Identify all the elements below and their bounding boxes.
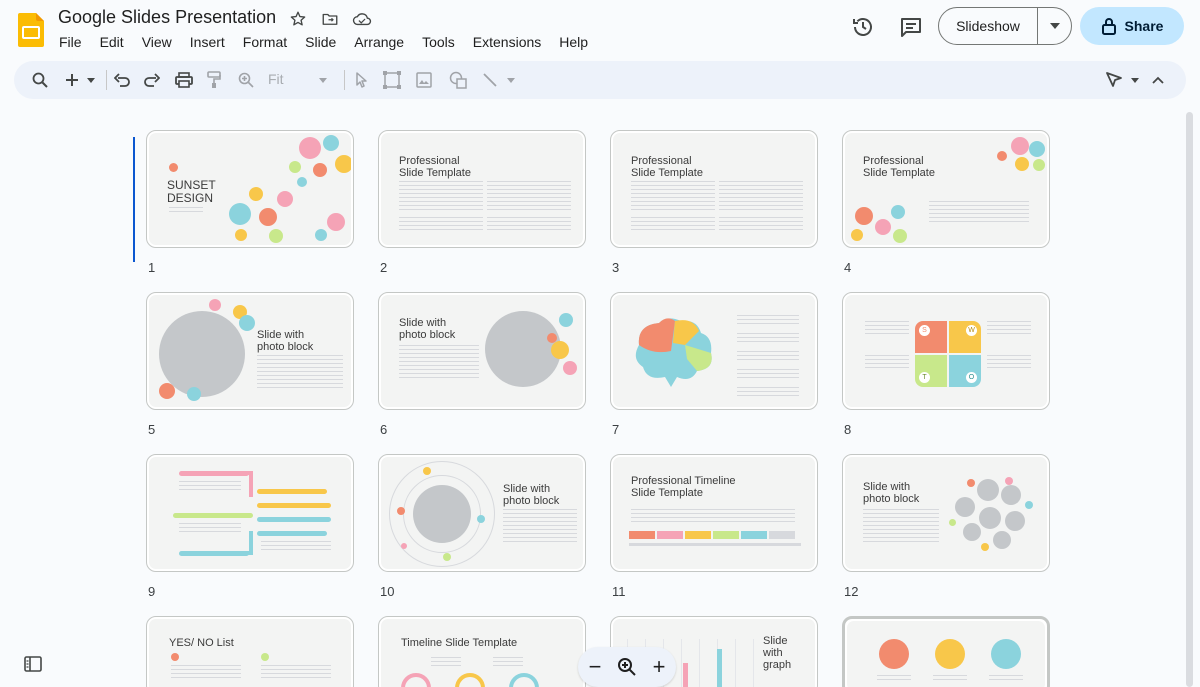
zoom-magnifier-icon[interactable] bbox=[617, 657, 637, 677]
share-button[interactable]: Share bbox=[1080, 7, 1184, 45]
menu-view[interactable]: View bbox=[133, 32, 181, 52]
slide-thumbnail-9[interactable] bbox=[146, 454, 354, 572]
caret-down-icon bbox=[1049, 23, 1060, 29]
slide-number: 10 bbox=[380, 584, 395, 599]
slide-title: Professional Slide Template bbox=[631, 155, 703, 179]
zoom-caret-icon[interactable] bbox=[316, 70, 330, 90]
comment-icon[interactable] bbox=[898, 14, 924, 40]
filmstrip-toggle-icon[interactable] bbox=[24, 656, 42, 674]
slide-number: 5 bbox=[148, 422, 156, 437]
menu-format[interactable]: Format bbox=[234, 32, 296, 52]
menu-bar: File Edit View Insert Format Slide Arran… bbox=[50, 32, 597, 52]
slide-number: 3 bbox=[612, 260, 620, 275]
new-slide-icon[interactable] bbox=[62, 70, 82, 90]
paint-format-icon[interactable] bbox=[204, 70, 224, 90]
folder-move-icon[interactable] bbox=[320, 9, 340, 29]
redo-icon[interactable] bbox=[142, 70, 162, 90]
slide-title: SUNSET DESIGN bbox=[167, 178, 216, 205]
slide-number: 8 bbox=[844, 422, 852, 437]
active-slide-indicator bbox=[133, 137, 135, 262]
document-title[interactable]: Google Slides Presentation bbox=[58, 7, 276, 28]
print-icon[interactable] bbox=[174, 70, 194, 90]
grid-zoom-controls: − + bbox=[578, 647, 676, 687]
shape-icon[interactable] bbox=[448, 70, 468, 90]
editing-mode-caret-icon[interactable] bbox=[1128, 70, 1142, 90]
slide-number: 6 bbox=[380, 422, 388, 437]
star-icon[interactable] bbox=[288, 9, 308, 29]
swot-s: S bbox=[919, 325, 930, 336]
slide-title: Slide with photo block bbox=[863, 481, 920, 505]
editing-mode-icon[interactable] bbox=[1104, 70, 1124, 90]
slide-title: Timeline Slide Template bbox=[401, 637, 518, 649]
lock-icon bbox=[1101, 18, 1116, 35]
new-slide-caret-icon[interactable] bbox=[84, 70, 98, 90]
slide-thumbnail-16[interactable] bbox=[842, 616, 1050, 687]
menu-file[interactable]: File bbox=[50, 32, 91, 52]
slide-thumbnail-7[interactable] bbox=[610, 292, 818, 410]
slide-title: Professional Slide Template bbox=[399, 155, 471, 179]
zoom-icon[interactable] bbox=[236, 70, 256, 90]
slide-thumbnail-2[interactable]: Professional Slide Template bbox=[378, 130, 586, 248]
slide-thumbnail-4[interactable]: Professional Slide Template bbox=[842, 130, 1050, 248]
slide-number: 4 bbox=[844, 260, 852, 275]
slide-title: Professional Slide Template bbox=[863, 155, 935, 179]
slide-title: Slide with graph bbox=[763, 635, 792, 671]
swot-w: W bbox=[966, 325, 977, 336]
menu-insert[interactable]: Insert bbox=[181, 32, 234, 52]
slide-title: Professional Timeline Slide Template bbox=[631, 475, 736, 499]
share-label: Share bbox=[1124, 18, 1164, 34]
swot-o: O bbox=[966, 372, 977, 383]
cloud-saved-icon[interactable] bbox=[352, 9, 372, 29]
app-header: Google Slides Presentation File Edit Vie… bbox=[0, 0, 1200, 58]
menu-help[interactable]: Help bbox=[550, 32, 597, 52]
zoom-select[interactable]: Fit bbox=[268, 71, 284, 87]
slide-number: 12 bbox=[844, 584, 859, 599]
line-caret-icon[interactable] bbox=[504, 70, 518, 90]
slide-thumbnail-8[interactable]: S W T O bbox=[842, 292, 1050, 410]
zoom-out-button[interactable]: − bbox=[583, 654, 607, 680]
slides-logo-icon[interactable] bbox=[18, 13, 44, 47]
select-arrow-icon[interactable] bbox=[352, 70, 372, 90]
slide-thumbnail-1[interactable]: SUNSET DESIGN bbox=[146, 130, 354, 248]
undo-icon[interactable] bbox=[112, 70, 132, 90]
slide-number: 7 bbox=[612, 422, 620, 437]
menu-extensions[interactable]: Extensions bbox=[464, 32, 550, 52]
zoom-in-button[interactable]: + bbox=[647, 654, 671, 680]
slide-title: Slide with photo block bbox=[503, 483, 560, 507]
search-menus-icon[interactable] bbox=[30, 70, 50, 90]
image-icon[interactable] bbox=[414, 70, 434, 90]
line-icon[interactable] bbox=[480, 70, 500, 90]
slideshow-button-group: Slideshow bbox=[938, 7, 1072, 45]
slideshow-button[interactable]: Slideshow bbox=[939, 8, 1038, 44]
menu-arrange[interactable]: Arrange bbox=[345, 32, 413, 52]
slide-number: 2 bbox=[380, 260, 388, 275]
slide-thumbnail-12[interactable]: Slide with photo block bbox=[842, 454, 1050, 572]
slide-title: YES/ NO List bbox=[169, 637, 234, 649]
slideshow-dropdown[interactable] bbox=[1038, 8, 1071, 44]
slide-thumbnail-6[interactable]: Slide with photo block bbox=[378, 292, 586, 410]
swot-t: T bbox=[919, 372, 930, 383]
slide-thumbnail-14[interactable]: Timeline Slide Template bbox=[378, 616, 586, 687]
menu-slide[interactable]: Slide bbox=[296, 32, 345, 52]
collapse-toolbar-icon[interactable] bbox=[1148, 70, 1168, 90]
slide-number: 1 bbox=[148, 260, 156, 275]
grid-scrollbar[interactable] bbox=[1186, 112, 1193, 687]
slide-thumbnail-5[interactable]: Slide with photo block bbox=[146, 292, 354, 410]
slide-thumbnail-11[interactable]: Professional Timeline Slide Template bbox=[610, 454, 818, 572]
slide-thumbnail-10[interactable]: Slide with photo block bbox=[378, 454, 586, 572]
slide-title: Slide with photo block bbox=[257, 329, 314, 353]
text-box-icon[interactable] bbox=[382, 70, 402, 90]
slide-number: 9 bbox=[148, 584, 156, 599]
history-icon[interactable] bbox=[850, 14, 876, 40]
slide-thumbnail-13[interactable]: YES/ NO List bbox=[146, 616, 354, 687]
slide-thumbnail-3[interactable]: Professional Slide Template bbox=[610, 130, 818, 248]
slide-number: 11 bbox=[612, 584, 626, 599]
slide-title: Slide with photo block bbox=[399, 317, 456, 341]
menu-tools[interactable]: Tools bbox=[413, 32, 464, 52]
menu-edit[interactable]: Edit bbox=[91, 32, 133, 52]
toolbar: Fit bbox=[14, 61, 1186, 99]
